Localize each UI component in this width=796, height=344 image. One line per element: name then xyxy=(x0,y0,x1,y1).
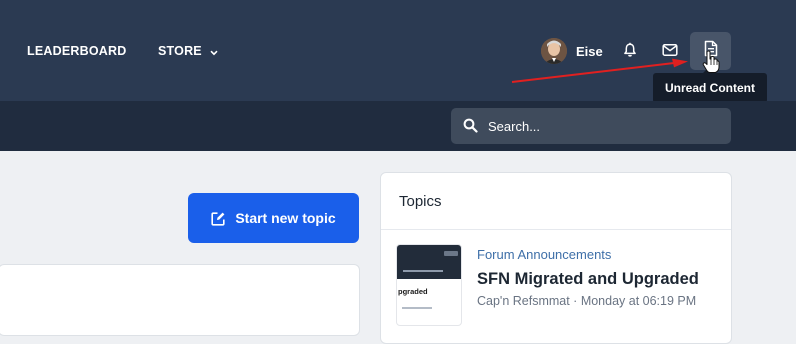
hand-cursor-icon xyxy=(702,50,720,74)
annotation-arrow xyxy=(511,58,688,83)
